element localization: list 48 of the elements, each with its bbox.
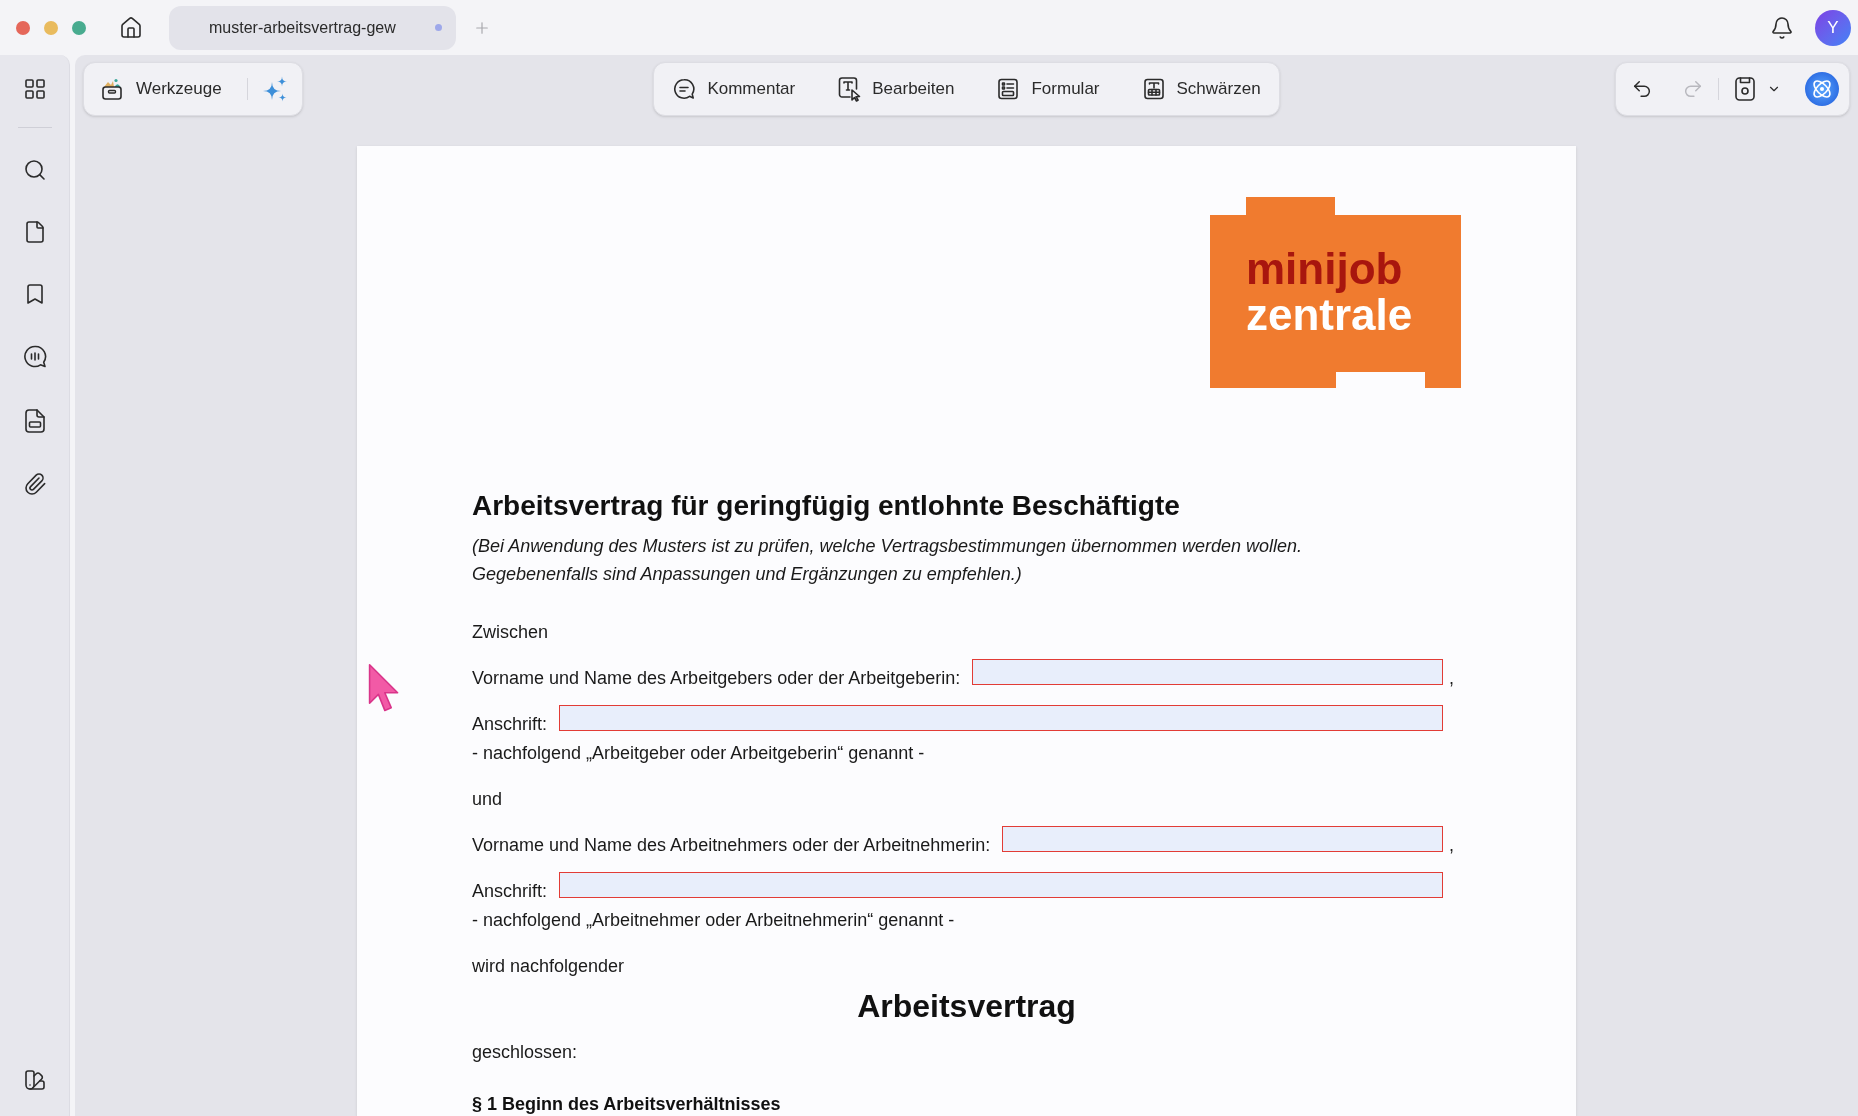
paperclip-icon[interactable] <box>22 472 47 496</box>
comma-text: , <box>1449 834 1454 857</box>
chat-bubble-icon[interactable] <box>21 344 48 370</box>
document-form-icon[interactable] <box>22 408 47 434</box>
body-text: - nachfolgend „Arbeitgeber oder Arbeitgeberin“ genannt - <box>472 742 926 765</box>
field-label: Anschrift: <box>472 880 548 903</box>
tools-button[interactable]: Werkzeuge <box>100 76 222 102</box>
document-subtitle: (Bei Anwendung des Musters ist zu prüfen, welche Vertragsbestimmungen übernommen werden wollen. Gegebenenfalls sind Anpassungen und Ergänzungen zu empfehlen.) <box>472 535 1304 586</box>
body-text: geschlossen: <box>472 1041 579 1064</box>
home-icon[interactable] <box>119 15 143 40</box>
close-window-icon[interactable] <box>16 20 30 35</box>
comma-text: , <box>1449 667 1454 690</box>
user-avatar[interactable]: Y <box>1815 9 1851 46</box>
form-icon <box>996 77 1021 101</box>
ai-assistant-icon[interactable] <box>1805 72 1839 106</box>
document-tab[interactable]: muster-arbeitsvertrag-gew <box>169 5 456 50</box>
speech-bubble-icon <box>672 77 697 101</box>
input-field[interactable] <box>1002 826 1443 852</box>
body-text: Zwischen <box>472 621 550 644</box>
mouse-pointer-icon <box>368 663 400 713</box>
body-text: - nachfolgend „Arbeitnehmer oder Arbeitnehmerin“ genannt - <box>472 909 956 932</box>
body-text: wird nachfolgender <box>472 955 626 978</box>
field-label: Anschrift: <box>472 713 548 736</box>
save-icon[interactable] <box>1733 76 1757 102</box>
logo-text: minijob <box>1246 246 1403 292</box>
redact-icon <box>1141 77 1166 101</box>
document-title: Arbeitsvertrag für geringfügig entlohnte Beschäftigte <box>472 489 1181 523</box>
input-field[interactable] <box>972 659 1443 685</box>
section-heading: § 1 Beginn des Arbeitsverhältnisses <box>472 1094 782 1114</box>
input-field[interactable] <box>559 705 1443 731</box>
field-label: Vorname und Name des Arbeitnehmers oder der Arbeitnehmerin: <box>472 834 991 857</box>
search-icon[interactable] <box>22 158 47 182</box>
field-label: Vorname und Name des Arbeitgebers oder der Arbeitgeberin: <box>472 667 961 690</box>
mode-button[interactable]: Kommentar <box>666 69 802 109</box>
notification-bell-icon[interactable] <box>1770 15 1794 40</box>
mode-button[interactable]: Bearbeiten <box>831 69 961 109</box>
contract-heading: Arbeitsvertrag <box>856 987 1077 1026</box>
mode-button[interactable]: Formular <box>990 69 1106 109</box>
logo-text: zentrale <box>1246 292 1413 338</box>
toolbox-icon <box>100 77 124 101</box>
maximize-window-icon[interactable] <box>72 20 86 35</box>
swatch-book-icon[interactable] <box>22 1068 47 1092</box>
mode-button[interactable]: Schwärzen <box>1135 69 1267 109</box>
text-cursor-icon <box>837 76 862 102</box>
undo-icon[interactable] <box>1631 78 1653 100</box>
input-field[interactable] <box>559 872 1443 898</box>
body-text: und <box>472 788 504 811</box>
apps-grid-icon[interactable] <box>22 77 47 101</box>
